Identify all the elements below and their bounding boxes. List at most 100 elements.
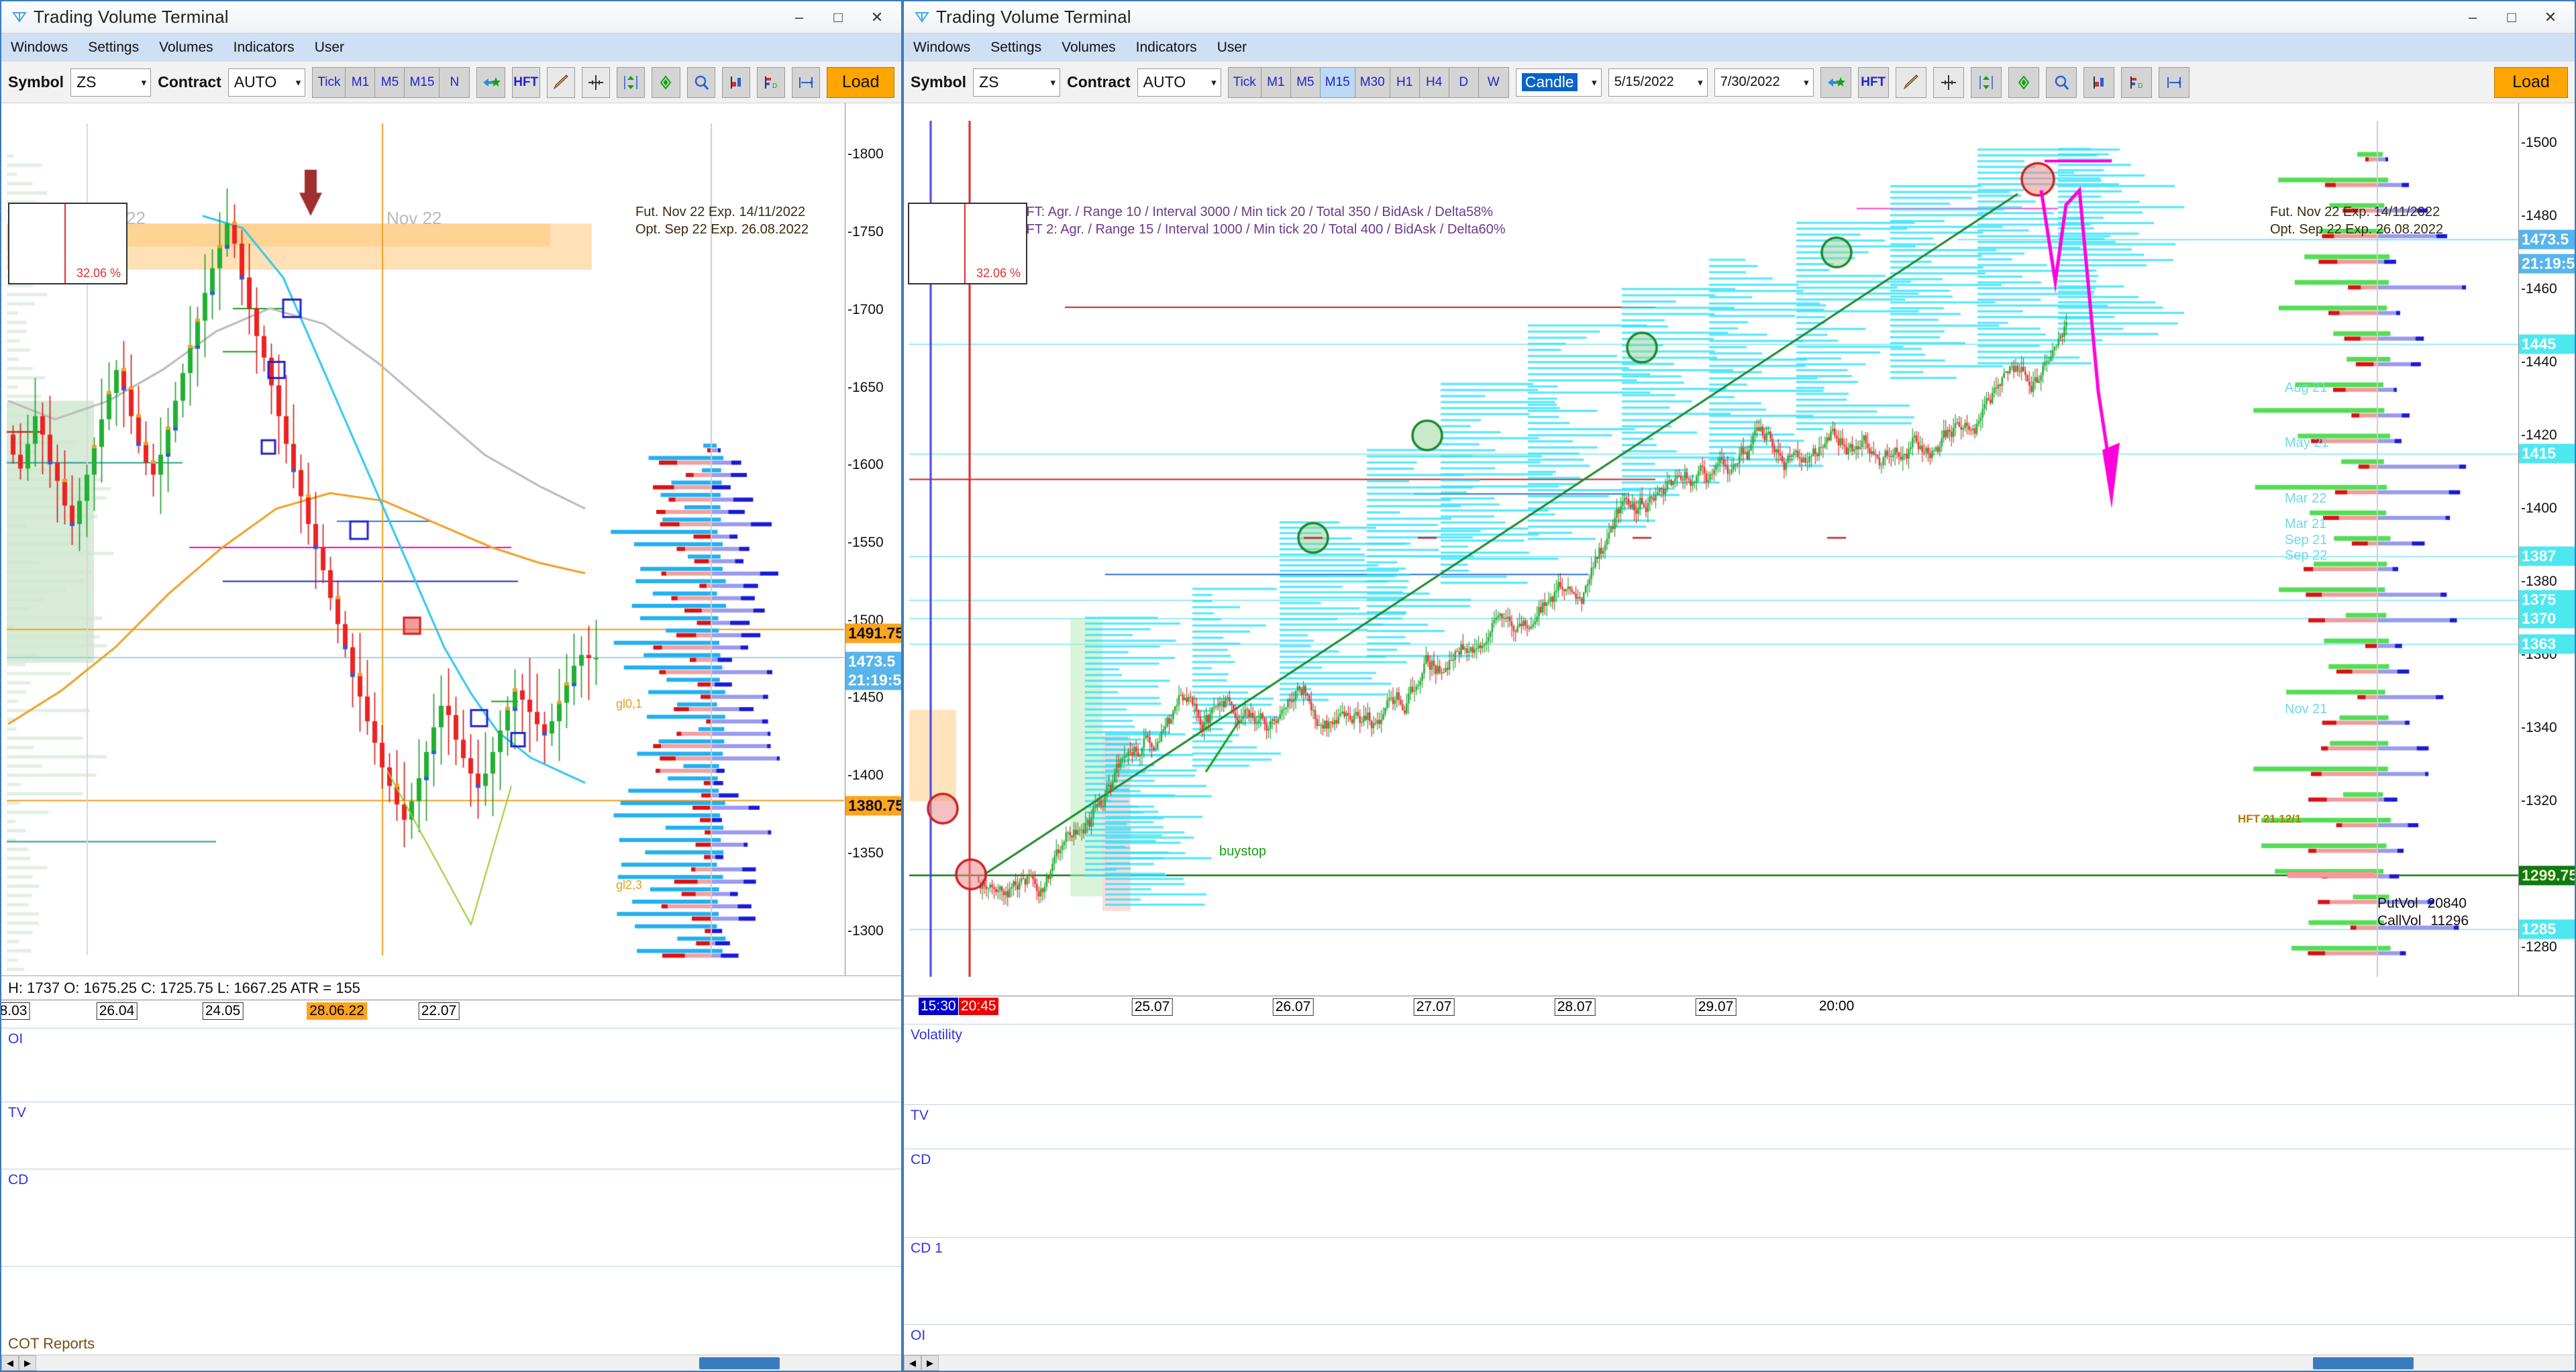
right-price-tick: -1480 [2521,207,2557,223]
chevron-down-icon: ▾ [1698,76,1703,89]
menu-item-windows[interactable]: Windows [913,40,970,56]
arrow-star-icon[interactable] [1820,66,1851,98]
arrow-star-icon[interactable] [476,66,505,98]
right-horizontal-scrollbar[interactable]: ◀ ▶ [904,1355,2575,1371]
right-titlebar: Trading Volume Terminal – □ ✕ [904,1,2575,34]
scroll-right-icon[interactable]: ▶ [19,1355,36,1371]
right-chart-area[interactable]: HFT: Agr. / Range 10 / Interval 3000 / M… [904,103,2575,1371]
menu-item-indicators[interactable]: Indicators [234,40,295,56]
menu-item-volumes[interactable]: Volumes [1062,40,1116,56]
right-price-axis[interactable]: -1500 -1480 -1460 -1440 -1420 -1400 -1380 -1360… [2518,103,2575,996]
timeframe-m1[interactable]: M1 [346,67,376,97]
right-load-button[interactable]: Load [2494,66,2568,98]
menu-item-volumes[interactable]: Volumes [159,40,213,56]
timeframe-m5[interactable]: M5 [375,67,405,97]
right-scroll-thumb[interactable] [2313,1357,2414,1369]
timeframe-w[interactable]: W [1478,67,1508,97]
symbol-value: ZS [979,73,999,91]
left-date-axis[interactable]: 8.03 26.04 24.05 28.06.22 22.07 [1,1000,901,1028]
menu-item-settings[interactable]: Settings [990,40,1041,56]
scroll-left-icon[interactable]: ◀ [1,1355,19,1371]
timeframe-h4[interactable]: H4 [1419,67,1449,97]
left-pane-cd[interactable]: CD [1,1169,901,1266]
pencil-icon[interactable] [546,66,575,98]
left-maximize-button[interactable]: □ [829,9,847,26]
contract-select[interactable]: AUTO ▾ [1137,68,1221,97]
timeframe-m15[interactable]: M15 [405,67,440,97]
right-time-label-4: 27.07 [1413,998,1455,1016]
vertical-scale-icon[interactable] [617,66,646,98]
volume-profile-icon[interactable] [2083,66,2114,98]
timeframe-m30[interactable]: M30 [1355,67,1390,97]
hft-icon[interactable]: HFT [1857,66,1889,98]
left-pane-tv[interactable]: TV [1,1102,901,1169]
left-gl-label-2: gl2,3 [616,878,643,892]
right-pane-label-volatility: Volatility [911,1027,963,1043]
left-chart-area[interactable]: Fut. Nov 22 Exp. 14/11/2022 Opt. Sep 22 … [1,103,901,1371]
menu-item-windows[interactable]: Windows [11,40,68,56]
timeframe-m15[interactable]: M15 [1320,67,1355,97]
hft-icon[interactable]: HFT [511,66,540,98]
right-maximize-button[interactable]: □ [2502,9,2521,26]
vertical-scale-icon[interactable] [1970,66,2002,98]
delta-profile-icon[interactable]: D [756,66,786,98]
left-pane-oi[interactable]: OI [1,1028,901,1102]
measure-icon[interactable] [792,66,821,98]
right-pane-tv[interactable]: TV [904,1104,2575,1149]
timeframe-tick[interactable]: Tick [313,67,346,97]
magnifier-icon[interactable] [686,66,715,98]
timeframe-m5[interactable]: M5 [1290,67,1321,97]
left-timeframe-group: Tick M1 M5 M15 N [312,66,470,98]
timeframe-more[interactable]: N [440,67,470,97]
left-close-button[interactable]: ✕ [868,9,886,26]
menu-item-settings[interactable]: Settings [88,40,139,56]
date-to-select[interactable]: 7/30/2022 ▾ [1714,68,1814,97]
right-time-axis[interactable]: 15:30 20:45 25.07 26.07 27.07 28.07 29.07 20:00 [904,996,2575,1024]
chart-type-select[interactable]: Candle ▾ [1515,68,1602,97]
timeframe-h1[interactable]: H1 [1390,67,1420,97]
right-minimize-button[interactable]: – [2463,9,2482,26]
left-scroll-thumb[interactable] [699,1357,780,1369]
left-horizontal-scrollbar[interactable]: ◀ ▶ [1,1355,901,1371]
menu-item-user[interactable]: User [315,40,344,56]
date-from-select[interactable]: 5/15/2022 ▾ [1608,68,1708,97]
diamond-fit-icon[interactable] [2008,66,2039,98]
contract-label: Contract [1067,73,1131,91]
left-date-label-1: 26.04 [96,1002,138,1020]
crosshair-icon[interactable] [581,66,611,98]
scroll-left-icon[interactable]: ◀ [904,1355,921,1371]
left-pane-label-oi: OI [8,1031,23,1047]
right-pane-volatility[interactable]: Volatility [904,1024,2575,1104]
volume-profile-icon[interactable] [721,66,750,98]
right-pane-label-oi: OI [911,1328,926,1343]
symbol-select[interactable]: ZS ▾ [973,68,1061,97]
timeframe-tick[interactable]: Tick [1228,67,1261,97]
scroll-right-icon[interactable]: ▶ [921,1355,939,1371]
crosshair-icon[interactable] [1933,66,1964,98]
timeframe-d[interactable]: D [1449,67,1479,97]
magnifier-icon[interactable] [2045,66,2077,98]
date-to-value: 7/30/2022 [1720,74,1780,89]
right-pane-cd1[interactable]: CD 1 [904,1237,2575,1324]
chevron-down-icon: ▾ [1592,76,1597,89]
left-price-label-0: 1491.75 [845,623,901,643]
symbol-select[interactable]: ZS ▾ [70,68,152,97]
right-pane-label-cd1: CD 1 [911,1241,943,1256]
delta-profile-icon[interactable]: D [2120,66,2152,98]
contract-value: AUTO [1143,73,1186,91]
menu-item-indicators[interactable]: Indicators [1136,40,1197,56]
timeframe-m1[interactable]: M1 [1261,67,1291,97]
measure-icon[interactable] [2158,66,2189,98]
right-pane-cd[interactable]: CD [904,1149,2575,1237]
left-price-axis[interactable]: -1800 -1750 -1700 -1650 -1600 -1550 -1500 -1450… [845,103,901,975]
contract-select[interactable]: AUTO ▾ [227,68,306,97]
right-hft-line1: HFT: Agr. / Range 10 / Interval 3000 / M… [1017,205,1493,219]
right-time-label-7: 20:00 [1816,998,1857,1014]
left-minimize-button[interactable]: – [790,9,809,26]
menu-item-user[interactable]: User [1217,40,1247,56]
diamond-fit-icon[interactable] [652,66,680,98]
right-time-label-1: 20:45 [959,998,998,1015]
left-load-button[interactable]: Load [827,66,894,98]
pencil-icon[interactable] [1895,66,1926,98]
right-close-button[interactable]: ✕ [2541,9,2560,26]
